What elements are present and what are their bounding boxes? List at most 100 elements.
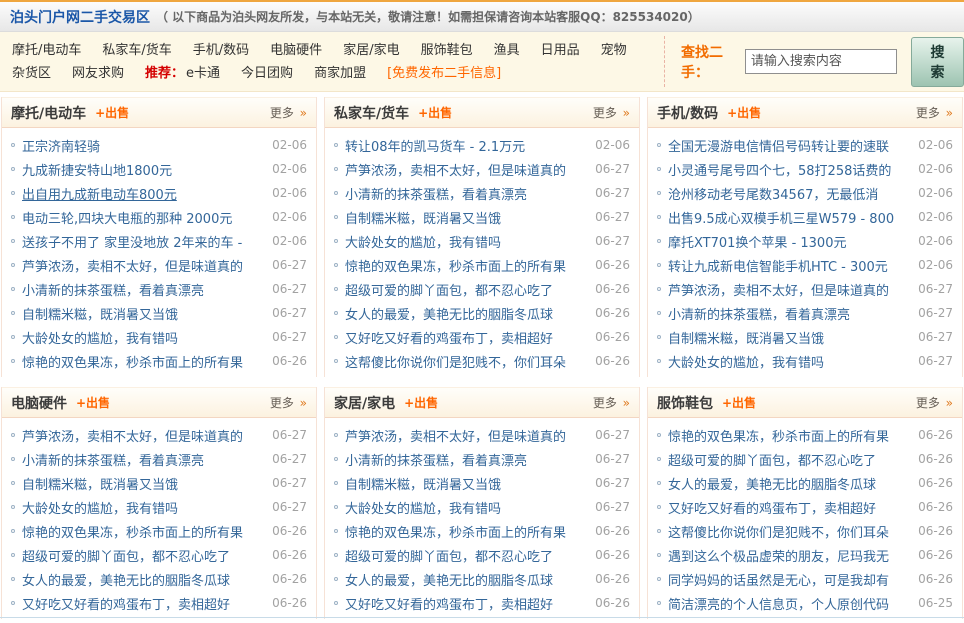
recommend-link-2[interactable]: 商家加盟 (314, 66, 366, 81)
search-input[interactable] (744, 49, 897, 74)
item-link[interactable]: 摩托XT701换个苹果 - 1300元 (668, 232, 912, 251)
item-link[interactable]: 超级可爱的脚丫面包，都不忍心吃了 (345, 280, 589, 299)
sell-link[interactable]: +出售 (76, 394, 110, 411)
item-link[interactable]: 自制糯米糍，既消暑又当饿 (345, 208, 589, 227)
search-button[interactable]: 搜 索 (910, 36, 964, 87)
recommend-link-1[interactable]: 今日团购 (241, 66, 293, 81)
panel-title[interactable]: 电脑硬件 (11, 393, 67, 413)
item-link[interactable]: 大龄处女的尴尬，我有错吗 (22, 328, 266, 347)
item-list: 芦笋浓汤，卖相不太好，但是味道真的 06-27 小清新的抹茶蛋糕，看着真漂亮 06-2… (2, 418, 316, 619)
item-link[interactable]: 惊艳的双色果冻，秒杀市面上的所有果 (22, 352, 266, 371)
item-link[interactable]: 简洁漂亮的个人信息页，个人原创代码 (668, 594, 912, 613)
item-link[interactable]: 出自用九成新电动车800元 (22, 184, 266, 203)
item-link[interactable]: 又好吃又好看的鸡蛋布丁，卖相超好 (22, 594, 266, 613)
item-link[interactable]: 女人的最爱，美艳无比的胭脂冬瓜球 (22, 570, 266, 589)
item-link[interactable]: 自制糯米糍，既消暑又当饿 (22, 474, 266, 493)
sell-link[interactable]: +出售 (418, 104, 452, 121)
item-link[interactable]: 惊艳的双色果冻，秒杀市面上的所有果 (345, 522, 589, 541)
bullet-icon (11, 457, 15, 461)
item-link[interactable]: 超级可爱的脚丫面包，都不忍心吃了 (22, 546, 266, 565)
more-link[interactable]: 更多 » (270, 394, 307, 411)
item-link[interactable]: 芦笋浓汤，卖相不太好，但是味道真的 (22, 256, 266, 275)
item-link[interactable]: 送孩子不用了 家里没地放 2年来的车 - (22, 232, 266, 251)
nav-link-8[interactable]: 宠物 (601, 43, 627, 58)
item-link[interactable]: 九成新捷安特山地1800元 (22, 160, 266, 179)
item-link[interactable]: 电动三轮,四块大电瓶的那种 2000元 (22, 208, 266, 227)
item-link[interactable]: 出售9.5成心双模手机三星W579 - 800 (668, 208, 912, 227)
nav-link-6[interactable]: 渔具 (494, 43, 520, 58)
nav-link-row2-0[interactable]: 杂货区 (12, 66, 51, 81)
item-date: 02-06 (918, 234, 953, 248)
panel-title[interactable]: 服饰鞋包 (657, 393, 713, 413)
more-link[interactable]: 更多 » (916, 104, 953, 121)
item-link[interactable]: 小清新的抹茶蛋糕，看着真漂亮 (22, 450, 266, 469)
list-item: 女人的最爱，美艳无比的胭脂冬瓜球 06-26 (334, 301, 630, 325)
item-link[interactable]: 惊艳的双色果冻，秒杀市面上的所有果 (668, 426, 912, 445)
panel-title[interactable]: 手机/数码 (657, 103, 718, 123)
item-link[interactable]: 超级可爱的脚丫面包，都不忍心吃了 (668, 450, 912, 469)
sell-link[interactable]: +出售 (727, 104, 761, 121)
item-link[interactable]: 小清新的抹茶蛋糕，看着真漂亮 (345, 450, 589, 469)
item-link[interactable]: 大龄处女的尴尬，我有错吗 (668, 352, 912, 371)
item-link[interactable]: 女人的最爱，美艳无比的胭脂冬瓜球 (345, 304, 589, 323)
nav-link-3[interactable]: 电脑硬件 (270, 43, 322, 58)
nav-link-4[interactable]: 家居/家电 (343, 43, 399, 58)
bullet-icon (334, 263, 338, 267)
item-link[interactable]: 芦笋浓汤，卖相不太好，但是味道真的 (668, 280, 912, 299)
item-link[interactable]: 超级可爱的脚丫面包，都不忍心吃了 (345, 546, 589, 565)
sell-link[interactable]: +出售 (95, 104, 129, 121)
item-link[interactable]: 芦笋浓汤，卖相不太好，但是味道真的 (345, 160, 589, 179)
item-link[interactable]: 大龄处女的尴尬，我有错吗 (345, 232, 589, 251)
sell-link[interactable]: +出售 (404, 394, 438, 411)
item-link[interactable]: 遇到这么个极品虚荣的朋友，尼玛我无 (668, 546, 912, 565)
nav-link-2[interactable]: 手机/数码 (193, 43, 249, 58)
item-link[interactable]: 小清新的抹茶蛋糕，看着真漂亮 (22, 280, 266, 299)
nav-link-7[interactable]: 日用品 (541, 43, 580, 58)
item-link[interactable]: 全国无漫游电信情侣号码转让要的速联 (668, 136, 912, 155)
item-link[interactable]: 正宗济南轻骑 (22, 136, 266, 155)
item-link[interactable]: 转让九成新电信智能手机HTC - 300元 (668, 256, 912, 275)
more-link[interactable]: 更多 » (593, 104, 630, 121)
item-link[interactable]: 这帮傻比你说你们是犯贱不，你们耳朵 (668, 522, 912, 541)
sell-link[interactable]: +出售 (722, 394, 756, 411)
item-link[interactable]: 大龄处女的尴尬，我有错吗 (22, 498, 266, 517)
item-link[interactable]: 小灵通号尾号四个七，58打258话费的 (668, 160, 912, 179)
nav-link-row2-1[interactable]: 网友求购 (72, 66, 124, 81)
item-link[interactable]: 女人的最爱，美艳无比的胭脂冬瓜球 (668, 474, 912, 493)
panel-title[interactable]: 私家车/货车 (334, 103, 409, 123)
list-item: 芦笋浓汤，卖相不太好，但是味道真的 06-27 (657, 277, 953, 301)
panel-title[interactable]: 摩托/电动车 (11, 103, 86, 123)
item-link[interactable]: 自制糯米糍，既消暑又当饿 (22, 304, 266, 323)
item-date: 06-26 (918, 572, 953, 586)
item-link[interactable]: 自制糯米糍，既消暑又当饿 (345, 474, 589, 493)
free-post-link[interactable]: [免费发布二手信息] (387, 66, 501, 81)
item-link[interactable]: 惊艳的双色果冻，秒杀市面上的所有果 (345, 256, 589, 275)
item-link[interactable]: 大龄处女的尴尬，我有错吗 (345, 498, 589, 517)
bullet-icon (11, 215, 15, 219)
item-link[interactable]: 惊艳的双色果冻，秒杀市面上的所有果 (22, 522, 266, 541)
item-link[interactable]: 芦笋浓汤，卖相不太好，但是味道真的 (22, 426, 266, 445)
more-link[interactable]: 更多 » (270, 104, 307, 121)
list-item: 转让08年的凯马货车 - 2.1万元 02-06 (334, 133, 630, 157)
item-link[interactable]: 又好吃又好看的鸡蛋布丁，卖相超好 (668, 498, 912, 517)
nav-link-0[interactable]: 摩托/电动车 (12, 43, 81, 58)
bullet-icon (11, 287, 15, 291)
more-link[interactable]: 更多 » (916, 394, 953, 411)
item-link[interactable]: 这帮傻比你说你们是犯贱不，你们耳朵 (345, 352, 589, 371)
panel-title[interactable]: 家居/家电 (334, 393, 395, 413)
nav-link-1[interactable]: 私家车/货车 (102, 43, 171, 58)
more-link[interactable]: 更多 » (593, 394, 630, 411)
item-link[interactable]: 同学妈妈的话虽然是无心，可是我却有 (668, 570, 912, 589)
bullet-icon (334, 553, 338, 557)
item-link[interactable]: 沧州移动老号尾数34567，无最低消 (668, 184, 912, 203)
item-link[interactable]: 小清新的抹茶蛋糕，看着真漂亮 (345, 184, 589, 203)
item-link[interactable]: 芦笋浓汤，卖相不太好，但是味道真的 (345, 426, 589, 445)
recommend-link-0[interactable]: e卡通 (186, 66, 220, 81)
item-link[interactable]: 又好吃又好看的鸡蛋布丁，卖相超好 (345, 594, 589, 613)
nav-link-5[interactable]: 服饰鞋包 (421, 43, 473, 58)
item-link[interactable]: 又好吃又好看的鸡蛋布丁，卖相超好 (345, 328, 589, 347)
item-link[interactable]: 小清新的抹茶蛋糕，看着真漂亮 (668, 304, 912, 323)
item-link[interactable]: 转让08年的凯马货车 - 2.1万元 (345, 136, 589, 155)
item-link[interactable]: 女人的最爱，美艳无比的胭脂冬瓜球 (345, 570, 589, 589)
item-link[interactable]: 自制糯米糍，既消暑又当饿 (668, 328, 912, 347)
